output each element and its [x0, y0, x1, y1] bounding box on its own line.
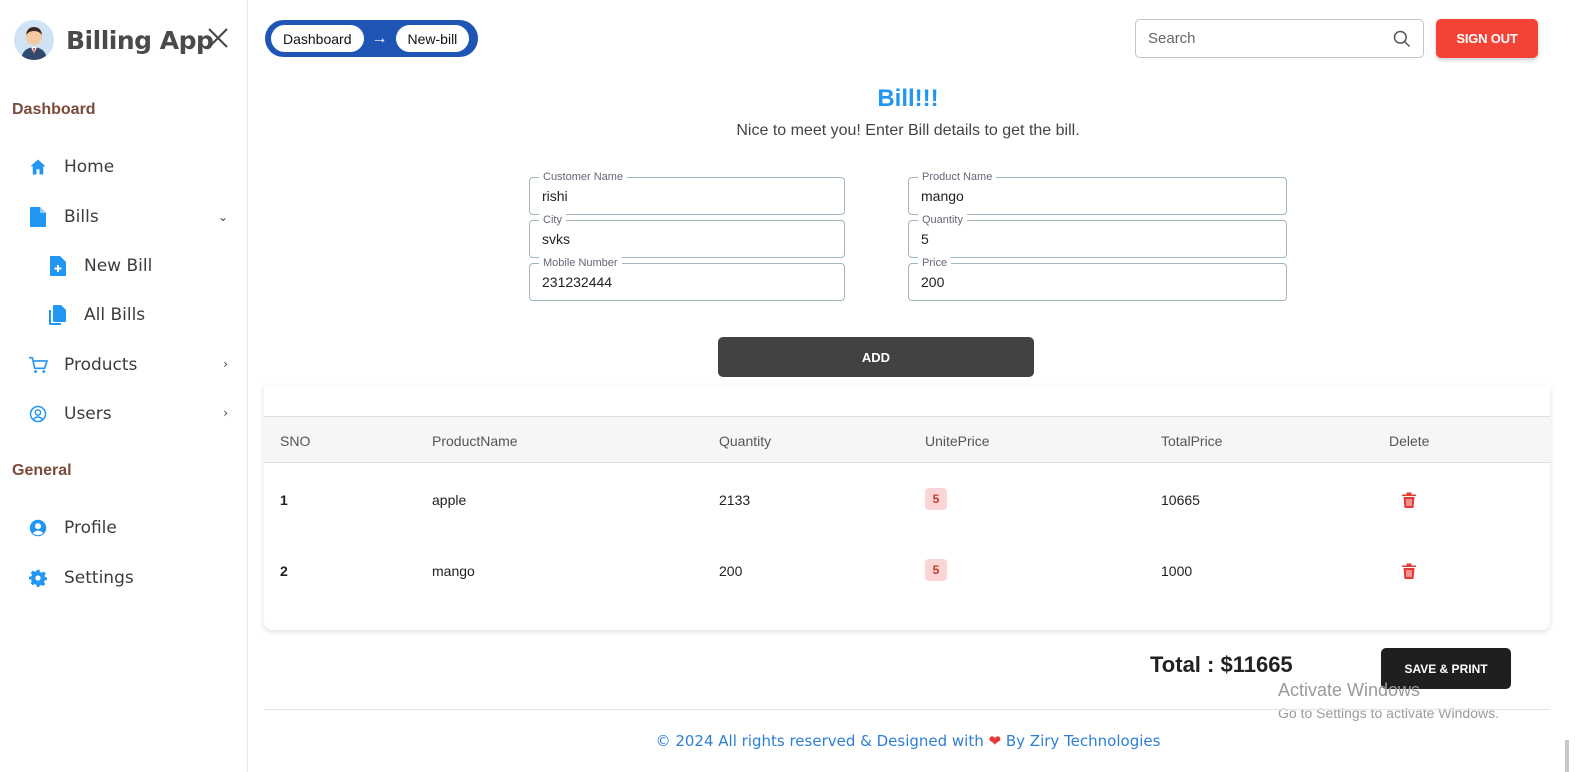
footer: © 2024 All rights reserved & Designed wi… — [0, 732, 1589, 750]
search-icon[interactable] — [1392, 29, 1412, 49]
cell-quantity: 2133 — [719, 492, 751, 508]
product-name-field: Product Name — [908, 170, 1287, 215]
sidebar-item-label: Settings — [64, 568, 134, 588]
user-circle-icon — [28, 404, 48, 424]
field-label: City — [539, 213, 566, 227]
heart-icon: ❤ — [988, 732, 1002, 750]
profile-icon — [28, 518, 48, 538]
activate-windows-subtitle: Go to Settings to activate Windows. — [1278, 705, 1499, 721]
sign-out-button[interactable]: SIGN OUT — [1436, 19, 1538, 58]
unit-price-badge: 5 — [925, 488, 947, 510]
sidebar-item-label: Bills — [64, 207, 99, 227]
search-box — [1135, 19, 1424, 58]
footer-divider — [264, 709, 1550, 710]
column-header-unit-price: UnitePrice — [925, 433, 990, 449]
sidebar-item-label: Products — [64, 355, 138, 375]
gear-icon — [28, 568, 48, 588]
mobile-number-field: Mobile Number — [529, 256, 845, 301]
unit-price-badge: 5 — [925, 559, 947, 581]
brand: Billing App — [14, 18, 214, 62]
column-header-quantity: Quantity — [719, 433, 772, 449]
sidebar-item-label: New Bill — [84, 256, 153, 276]
table-row: 1 apple 2133 5 10665 — [264, 464, 1550, 535]
price-field: Price — [908, 256, 1287, 301]
field-label: Customer Name — [539, 170, 628, 184]
quantity-field: Quantity — [908, 213, 1287, 258]
close-sidebar-button[interactable] — [206, 26, 230, 50]
bill-table: SNO ProductName Quantity UnitePrice Tota… — [264, 385, 1550, 630]
sidebar-item-bills[interactable]: Bills ⌄ — [28, 202, 238, 232]
field-label: Product Name — [918, 170, 997, 184]
sidebar: Billing App Dashboard Home Bills ⌄ New B… — [0, 0, 248, 772]
scrollbar[interactable] — [1565, 740, 1569, 772]
field-label: Mobile Number — [539, 256, 622, 270]
sidebar-item-home[interactable]: Home — [28, 152, 238, 182]
trash-icon[interactable] — [1402, 492, 1416, 508]
activate-windows-title: Activate Windows — [1278, 680, 1421, 700]
breadcrumb-dashboard[interactable]: Dashboard — [271, 25, 364, 52]
breadcrumb: Dashboard → New-bill — [265, 20, 478, 57]
app-title: Billing App — [66, 25, 214, 55]
search-input[interactable] — [1148, 30, 1388, 47]
cell-sno: 2 — [280, 563, 288, 579]
home-icon — [28, 157, 48, 177]
close-icon — [208, 28, 228, 48]
sidebar-item-label: All Bills — [84, 305, 146, 325]
sidebar-item-new-bill[interactable]: New Bill — [48, 251, 258, 281]
cell-total: 1000 — [1161, 563, 1193, 579]
footer-text-before: © 2024 All rights reserved & Designed wi… — [655, 732, 984, 750]
column-header-total-price: TotalPrice — [1161, 433, 1223, 449]
add-button[interactable]: ADD — [718, 337, 1034, 377]
cell-quantity: 200 — [719, 563, 743, 579]
customer-name-input[interactable] — [542, 188, 825, 204]
bill-total: Total : $11665 — [1150, 652, 1293, 677]
quantity-input[interactable] — [921, 231, 1261, 247]
price-input[interactable] — [921, 274, 1261, 290]
trash-icon[interactable] — [1402, 563, 1416, 579]
sidebar-item-products[interactable]: Products › — [28, 350, 238, 380]
product-name-input[interactable] — [921, 188, 1261, 204]
footer-text-after: By Ziry Technologies — [1005, 732, 1161, 750]
file-icon — [28, 207, 48, 227]
page-subtitle: Nice to meet you! Enter Bill details to … — [736, 122, 1080, 139]
customer-name-field: Customer Name — [529, 170, 845, 215]
cell-product: mango — [432, 563, 475, 579]
page-title: Bill!!! — [877, 85, 939, 112]
chevron-right-icon: › — [223, 357, 228, 371]
cart-icon — [28, 355, 48, 375]
arrow-right-icon: → — [371, 29, 388, 47]
chevron-right-icon: › — [223, 406, 228, 420]
avatar — [14, 20, 54, 60]
cell-sno: 1 — [280, 492, 288, 508]
breadcrumb-new-bill[interactable]: New-bill — [395, 25, 470, 52]
city-input[interactable] — [542, 231, 825, 247]
field-label: Quantity — [918, 213, 967, 227]
sidebar-item-users[interactable]: Users › — [28, 399, 238, 429]
city-field: City — [529, 213, 845, 258]
field-label: Price — [918, 256, 952, 270]
sidebar-item-all-bills[interactable]: All Bills — [48, 300, 258, 330]
mobile-number-input[interactable] — [542, 274, 825, 290]
column-header-product: ProductName — [432, 433, 518, 449]
column-header-sno: SNO — [280, 433, 311, 449]
sidebar-item-profile[interactable]: Profile — [28, 513, 238, 543]
sidebar-item-label: Profile — [64, 518, 117, 538]
sidebar-item-label: Home — [64, 157, 115, 177]
table-row: 2 mango 200 5 1000 — [264, 535, 1550, 606]
cell-total: 10665 — [1161, 492, 1200, 508]
section-general-title: General — [12, 462, 72, 479]
chevron-down-icon: ⌄ — [217, 210, 228, 224]
cell-product: apple — [432, 492, 467, 508]
sidebar-item-label: Users — [64, 404, 112, 424]
user-avatar-icon — [14, 20, 54, 60]
file-add-icon — [48, 256, 68, 276]
sidebar-item-settings[interactable]: Settings — [28, 563, 238, 593]
files-icon — [48, 305, 68, 325]
column-header-delete: Delete — [1389, 433, 1430, 449]
table-header: SNO ProductName Quantity UnitePrice Tota… — [264, 416, 1550, 463]
